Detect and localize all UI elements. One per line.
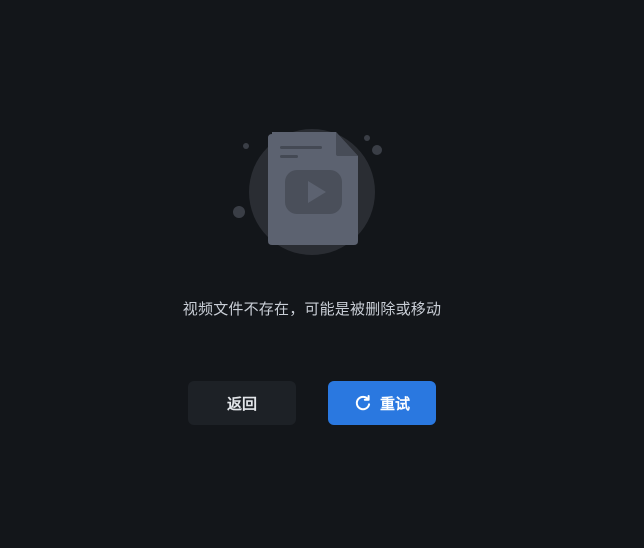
back-button[interactable]: 返回	[188, 381, 296, 425]
retry-button[interactable]: 重试	[328, 381, 436, 425]
retry-button-label: 重试	[379, 394, 410, 413]
missing-video-file-icon	[230, 122, 390, 262]
refresh-icon	[354, 394, 372, 412]
back-button-label: 返回	[226, 394, 257, 413]
error-message: 视频文件不存在，可能是被删除或移动	[182, 300, 442, 318]
